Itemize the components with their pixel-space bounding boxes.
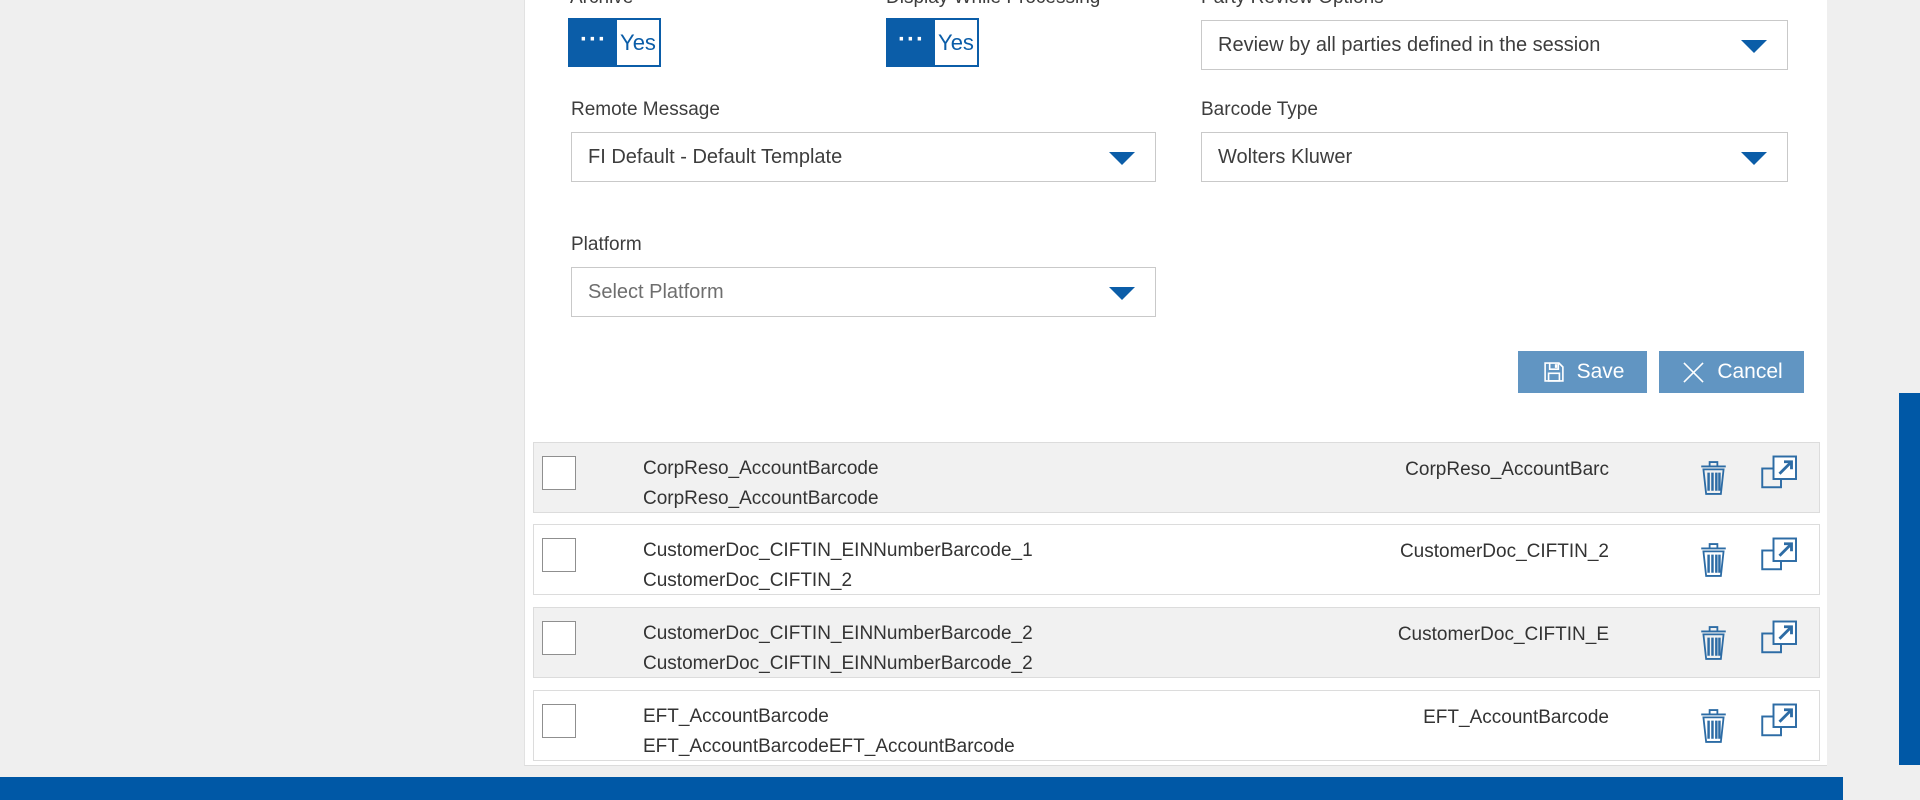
party-review-options-value: Review by all parties defined in the ses… <box>1218 34 1600 57</box>
list-item: CustomerDoc_CIFTIN_EINNumberBarcode_2 Cu… <box>533 607 1820 678</box>
open-in-new-icon <box>1760 454 1799 492</box>
delete-button[interactable] <box>1698 622 1729 664</box>
archive-toggle[interactable]: ··· Yes <box>568 18 661 67</box>
archive-label: Archive <box>570 0 633 9</box>
chevron-down-icon <box>1741 152 1767 165</box>
open-in-new-icon <box>1760 702 1799 740</box>
bottom-bar <box>0 777 1843 800</box>
barcode-name-line2: CustomerDoc_CIFTIN_EINNumberBarcode_2 <box>643 649 1033 679</box>
party-review-options-select[interactable]: Review by all parties defined in the ses… <box>1201 20 1788 70</box>
barcode-names: EFT_AccountBarcode EFT_AccountBarcodeEFT… <box>643 702 1015 762</box>
trash-icon <box>1698 457 1729 496</box>
party-review-options-label: Party Review Options <box>1201 0 1384 9</box>
barcode-names: CustomerDoc_CIFTIN_EINNumberBarcode_2 Cu… <box>643 619 1033 679</box>
display-while-processing-toggle[interactable]: ··· Yes <box>886 18 979 67</box>
row-checkbox[interactable] <box>542 704 576 738</box>
remote-message-select[interactable]: FI Default - Default Template <box>571 132 1156 182</box>
barcode-names: CorpReso_AccountBarcode CorpReso_Account… <box>643 454 879 514</box>
remote-message-label: Remote Message <box>571 99 720 121</box>
barcode-name-line1: CustomerDoc_CIFTIN_EINNumberBarcode_2 <box>643 619 1033 649</box>
display-while-processing-toggle-value: Yes <box>935 20 977 65</box>
cancel-x-icon <box>1680 359 1707 386</box>
cancel-button-label: Cancel <box>1717 360 1782 384</box>
open-button[interactable] <box>1760 702 1799 743</box>
barcode-name-line1: CorpReso_AccountBarcode <box>643 454 879 484</box>
open-in-new-icon <box>1760 619 1799 657</box>
save-floppy-icon <box>1541 359 1567 385</box>
display-while-processing-label: Display While Processing <box>886 0 1100 9</box>
barcode-name-line2: CorpReso_AccountBarcode <box>643 484 879 514</box>
barcode-name-line1: CustomerDoc_CIFTIN_EINNumberBarcode_1 <box>643 536 1033 566</box>
barcode-name-line1: EFT_AccountBarcode <box>643 702 1015 732</box>
row-checkbox[interactable] <box>542 621 576 655</box>
barcode-type-value: Wolters Kluwer <box>1218 146 1352 169</box>
barcode-right-value: CorpReso_AccountBarc <box>1405 459 1609 481</box>
barcode-right-value: CustomerDoc_CIFTIN_2 <box>1400 541 1609 563</box>
barcode-name-line2: EFT_AccountBarcodeEFT_AccountBarcode <box>643 732 1015 762</box>
barcode-right-value: CustomerDoc_CIFTIN_E <box>1398 624 1609 646</box>
barcode-type-label: Barcode Type <box>1201 99 1318 121</box>
trash-icon <box>1698 539 1729 578</box>
row-checkbox[interactable] <box>542 456 576 490</box>
platform-label: Platform <box>571 234 642 256</box>
chevron-down-icon <box>1109 287 1135 300</box>
open-button[interactable] <box>1760 536 1799 577</box>
barcode-right-value: EFT_AccountBarcode <box>1423 707 1609 729</box>
save-button[interactable]: Save <box>1518 351 1647 393</box>
delete-button[interactable] <box>1698 457 1729 499</box>
toggle-dots-icon: ··· <box>570 20 617 65</box>
barcode-name-line2: CustomerDoc_CIFTIN_2 <box>643 566 1033 596</box>
save-button-label: Save <box>1577 360 1625 384</box>
list-item: CustomerDoc_CIFTIN_EINNumberBarcode_1 Cu… <box>533 524 1820 595</box>
right-scrollbar-thumb[interactable] <box>1899 393 1920 765</box>
archive-toggle-value: Yes <box>617 20 659 65</box>
trash-icon <box>1698 705 1729 744</box>
page: Archive Display While Processing Party R… <box>0 0 1920 800</box>
open-in-new-icon <box>1760 536 1799 574</box>
list-item: CorpReso_AccountBarcode CorpReso_Account… <box>533 442 1820 513</box>
platform-placeholder: Select Platform <box>588 281 724 304</box>
open-button[interactable] <box>1760 454 1799 495</box>
trash-icon <box>1698 622 1729 661</box>
open-button[interactable] <box>1760 619 1799 660</box>
remote-message-value: FI Default - Default Template <box>588 146 842 169</box>
platform-select[interactable]: Select Platform <box>571 267 1156 317</box>
chevron-down-icon <box>1109 152 1135 165</box>
barcode-type-select[interactable]: Wolters Kluwer <box>1201 132 1788 182</box>
delete-button[interactable] <box>1698 539 1729 581</box>
delete-button[interactable] <box>1698 705 1729 747</box>
barcode-names: CustomerDoc_CIFTIN_EINNumberBarcode_1 Cu… <box>643 536 1033 596</box>
cancel-button[interactable]: Cancel <box>1659 351 1804 393</box>
toggle-dots-icon: ··· <box>888 20 935 65</box>
list-item: EFT_AccountBarcode EFT_AccountBarcodeEFT… <box>533 690 1820 761</box>
row-checkbox[interactable] <box>542 538 576 572</box>
chevron-down-icon <box>1741 40 1767 53</box>
